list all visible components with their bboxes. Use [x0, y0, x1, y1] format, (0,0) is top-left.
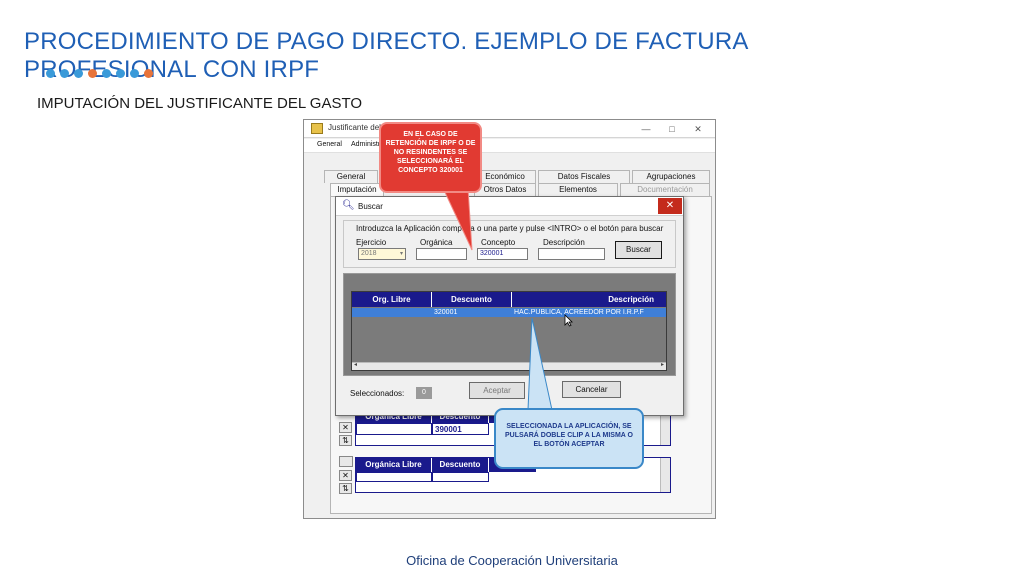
callout-pointers [442, 187, 553, 411]
red-callout: EN EL CASO DE RETENCIÓN DE IRPF O DE NO … [379, 122, 482, 193]
blue-callout-pointer [527, 317, 553, 411]
red-callout-pointer [442, 187, 473, 251]
blue-callout: SELECCIONADA LA APLICACIÓN, SE PULSARÁ D… [494, 408, 644, 469]
footer-text: Oficina de Cooperación Universitaria [406, 553, 618, 568]
